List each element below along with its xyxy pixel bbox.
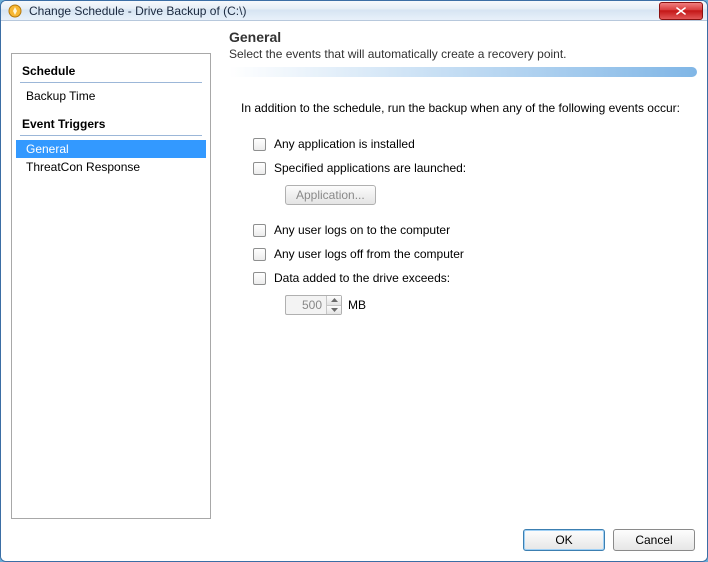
option-logoff[interactable]: Any user logs off from the computer bbox=[253, 247, 687, 261]
dialog-window: Change Schedule - Drive Backup of (C:\) … bbox=[0, 0, 708, 562]
application-button-row: Application... bbox=[285, 185, 687, 205]
label-app-installed: Any application is installed bbox=[274, 137, 415, 151]
sidebar-container: Schedule Backup Time Event Triggers Gene… bbox=[11, 29, 211, 519]
checkbox-app-installed[interactable] bbox=[253, 138, 266, 151]
client-area: Schedule Backup Time Event Triggers Gene… bbox=[1, 21, 707, 561]
chevron-down-icon bbox=[331, 308, 338, 312]
data-threshold-input[interactable] bbox=[286, 296, 326, 314]
label-apps-launched: Specified applications are launched: bbox=[274, 161, 466, 175]
application-button[interactable]: Application... bbox=[285, 185, 376, 205]
data-threshold-stepper[interactable] bbox=[285, 295, 342, 315]
checkbox-logon[interactable] bbox=[253, 224, 266, 237]
close-icon bbox=[676, 7, 686, 15]
panel-header: General Select the events that will auto… bbox=[225, 29, 697, 77]
sidebar-divider bbox=[20, 135, 202, 136]
dialog-footer: OK Cancel bbox=[11, 519, 697, 551]
checkbox-data-exceeds[interactable] bbox=[253, 272, 266, 285]
app-icon bbox=[7, 3, 23, 19]
data-threshold-row: MB bbox=[285, 295, 687, 315]
label-data-exceeds: Data added to the drive exceeds: bbox=[274, 271, 450, 285]
close-button[interactable] bbox=[659, 2, 703, 20]
ok-button[interactable]: OK bbox=[523, 529, 605, 551]
sidebar-item-backup-time[interactable]: Backup Time bbox=[12, 87, 210, 105]
panel-subtitle: Select the events that will automaticall… bbox=[229, 47, 697, 61]
spacer bbox=[12, 105, 210, 113]
sidebar-item-general[interactable]: General bbox=[16, 140, 206, 158]
sidebar-item-threatcon-response[interactable]: ThreatCon Response bbox=[12, 158, 210, 176]
panel-title: General bbox=[229, 29, 697, 45]
sidebar-heading-schedule: Schedule bbox=[12, 60, 210, 80]
data-threshold-unit: MB bbox=[348, 298, 366, 312]
option-logon[interactable]: Any user logs on to the computer bbox=[253, 223, 687, 237]
titlebar[interactable]: Change Schedule - Drive Backup of (C:\) bbox=[1, 1, 707, 21]
sidebar-divider bbox=[20, 82, 202, 83]
option-data-exceeds[interactable]: Data added to the drive exceeds: bbox=[253, 271, 687, 285]
sidebar-heading-event-triggers: Event Triggers bbox=[12, 113, 210, 133]
window-title: Change Schedule - Drive Backup of (C:\) bbox=[29, 4, 246, 18]
checkbox-apps-launched[interactable] bbox=[253, 162, 266, 175]
option-apps-launched[interactable]: Specified applications are launched: bbox=[253, 161, 687, 175]
spin-up[interactable] bbox=[327, 296, 341, 305]
chevron-up-icon bbox=[331, 298, 338, 302]
label-logon: Any user logs on to the computer bbox=[274, 223, 450, 237]
work-area: Schedule Backup Time Event Triggers Gene… bbox=[11, 29, 697, 519]
label-logoff: Any user logs off from the computer bbox=[274, 247, 464, 261]
sidebar: Schedule Backup Time Event Triggers Gene… bbox=[11, 53, 211, 519]
intro-text: In addition to the schedule, run the bac… bbox=[241, 101, 687, 115]
main-panel: General Select the events that will auto… bbox=[225, 29, 697, 519]
panel-content: In addition to the schedule, run the bac… bbox=[225, 77, 697, 321]
option-app-installed[interactable]: Any application is installed bbox=[253, 137, 687, 151]
spin-down[interactable] bbox=[327, 305, 341, 315]
header-gradient bbox=[229, 67, 697, 77]
checkbox-logoff[interactable] bbox=[253, 248, 266, 261]
spinner bbox=[326, 296, 341, 314]
cancel-button[interactable]: Cancel bbox=[613, 529, 695, 551]
